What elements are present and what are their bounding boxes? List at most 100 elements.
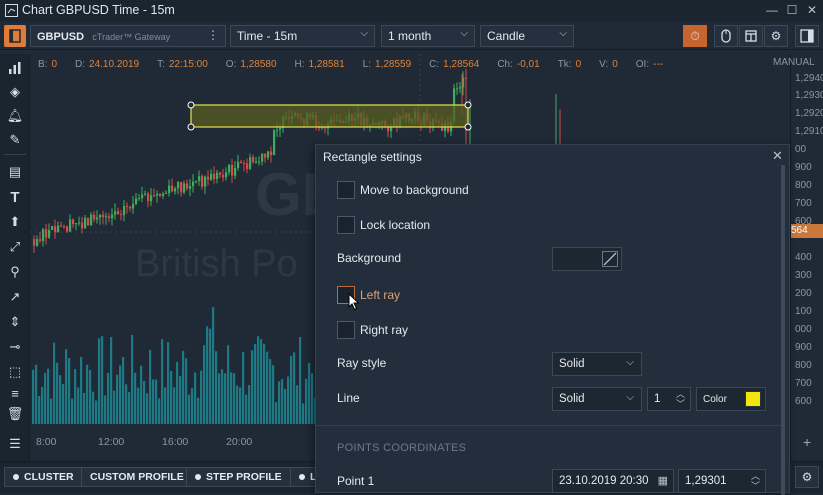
volume-bar	[77, 387, 80, 424]
zoom-in-button[interactable]: +	[803, 434, 811, 450]
rectangle-handle[interactable]	[464, 123, 472, 131]
volume-bar	[164, 387, 167, 424]
pin-icon[interactable]: ⚲	[5, 262, 25, 282]
menu-icon[interactable]: ☰	[5, 434, 25, 454]
line-width-value: 1	[654, 393, 661, 405]
line-color-picker[interactable]: Color	[696, 387, 766, 411]
price-scale[interactable]: MANUAL 1,29400 1,29300 1,29200 1,29100 00 900…	[773, 54, 823, 461]
candle-body	[213, 173, 216, 179]
vertical-line-icon[interactable]: ⇕	[5, 312, 25, 332]
point1-date-input[interactable]: 23.10.2019 20:30 ▦	[552, 469, 674, 493]
timer-icon[interactable]: ⏱	[683, 25, 707, 47]
candle-body	[42, 229, 45, 242]
volume-bar	[275, 402, 278, 424]
close-window-button[interactable]: ✕	[804, 2, 820, 18]
candle-body	[195, 181, 198, 183]
cluster-button[interactable]: CLUSTER	[4, 467, 83, 487]
volume-bar	[197, 397, 200, 424]
candle-body	[456, 88, 459, 90]
info-label: D:	[75, 59, 86, 70]
stepper-arrows-icon[interactable]: ︿ ﹀	[676, 389, 685, 409]
volume-bar	[89, 369, 92, 424]
info-label: H:	[294, 59, 305, 70]
bar-chart-icon[interactable]	[5, 58, 25, 78]
volume-bar	[290, 355, 293, 424]
template-icon[interactable]	[739, 25, 763, 47]
window-title: Chart GBPUSD Time - 15m	[22, 3, 175, 17]
candle-body	[243, 163, 246, 165]
line-tool-icon[interactable]: ⤢	[5, 237, 25, 257]
info-value: 1,28559	[375, 59, 412, 70]
close-icon[interactable]: ✕	[772, 148, 783, 164]
gear-icon[interactable]: ⚙	[795, 466, 819, 488]
minimize-button[interactable]: —	[764, 2, 780, 18]
volume-bar	[224, 373, 227, 424]
scale-mode[interactable]: MANUAL	[773, 57, 815, 68]
price-tick-label: 700	[795, 378, 812, 389]
custom-profile-button[interactable]: CUSTOM PROFILE	[81, 467, 193, 487]
pencil-icon[interactable]: ✎	[5, 130, 25, 150]
rectangle-handle[interactable]	[187, 123, 195, 131]
info-label: C:	[429, 59, 440, 70]
horizontal-line-icon[interactable]: ⊸	[5, 337, 25, 357]
timeframe-select[interactable]: Time - 15m ⌵	[230, 25, 375, 47]
line-style-select[interactable]: Solid ⌵	[552, 387, 642, 411]
line-width-stepper[interactable]: 1 ︿ ﹀	[647, 387, 691, 411]
chart-type-select[interactable]: Candle ⌵	[480, 25, 574, 47]
chevron-down-icon: ⌵	[626, 357, 634, 368]
maximize-button[interactable]: ☐	[784, 2, 800, 18]
sidebar-toggle-icon[interactable]	[4, 25, 26, 47]
volume-bar	[203, 345, 206, 424]
comment-icon[interactable]: ▤	[5, 162, 25, 182]
price-tick-label: 1,29400	[795, 73, 823, 84]
right-ray-label: Right ray	[360, 323, 409, 337]
rectangle-tool-icon[interactable]: ⬚	[5, 362, 25, 382]
dialog-scrollbar[interactable]	[781, 165, 785, 495]
line-style-value: Solid	[559, 393, 585, 405]
volume-bar	[104, 395, 107, 424]
rectangle-handle[interactable]	[187, 101, 195, 109]
trash-icon[interactable]: 🗑︎	[5, 404, 25, 424]
ray-icon[interactable]: ↗	[5, 287, 25, 307]
point1-price-input[interactable]: 1,29301 ︿ ﹀	[678, 469, 766, 493]
gear-icon[interactable]: ⚙	[764, 25, 788, 47]
step-profile-button[interactable]: STEP PROFILE	[186, 467, 291, 487]
candle-body	[162, 193, 165, 196]
rectangle-drawing[interactable]	[190, 104, 469, 128]
text-tool-icon[interactable]: T	[5, 188, 25, 208]
period-select[interactable]: 1 month ⌵	[381, 25, 475, 47]
stepper-arrows-icon[interactable]: ︿ ﹀	[751, 471, 760, 491]
ray-style-select[interactable]: Solid ⌵	[552, 352, 642, 376]
volume-bar	[251, 350, 254, 424]
candle-body	[198, 176, 201, 182]
layers-icon[interactable]: ◈	[5, 82, 25, 102]
candle-body	[105, 216, 108, 218]
volume-bar	[116, 374, 119, 424]
chevron-down-icon: ⌵	[360, 28, 368, 39]
arrow-up-icon[interactable]: ⬆	[5, 212, 25, 232]
lock-location-checkbox[interactable]	[337, 216, 355, 234]
ray-style-value: Solid	[559, 358, 585, 370]
volume-bar	[119, 365, 122, 424]
fibonacci-icon[interactable]: ≡	[5, 384, 25, 404]
candle-body	[180, 182, 183, 193]
line-label: Line	[337, 391, 360, 405]
calendar-icon[interactable]: ▦	[658, 474, 668, 487]
panel-toggle-icon[interactable]	[795, 25, 819, 47]
bell-icon[interactable]: 🔔︎	[5, 106, 25, 126]
volume-bar	[80, 356, 83, 424]
candle-body	[81, 222, 84, 229]
candle-body	[210, 173, 213, 180]
info-value: ---	[653, 59, 664, 70]
right-ray-checkbox[interactable]	[337, 321, 355, 339]
mouse-icon[interactable]	[714, 25, 738, 47]
candle-body	[240, 161, 243, 164]
more-icon[interactable]: ⋮	[207, 28, 219, 42]
volume-bar	[65, 349, 68, 424]
symbol-selector[interactable]: GBPUSD cTrader™ Gateway ⋮	[30, 25, 226, 47]
candle-body	[153, 195, 156, 197]
rectangle-handle[interactable]	[464, 101, 472, 109]
volume-bar	[62, 384, 65, 424]
move-to-background-checkbox[interactable]	[337, 181, 355, 199]
background-color-picker[interactable]	[552, 247, 622, 271]
